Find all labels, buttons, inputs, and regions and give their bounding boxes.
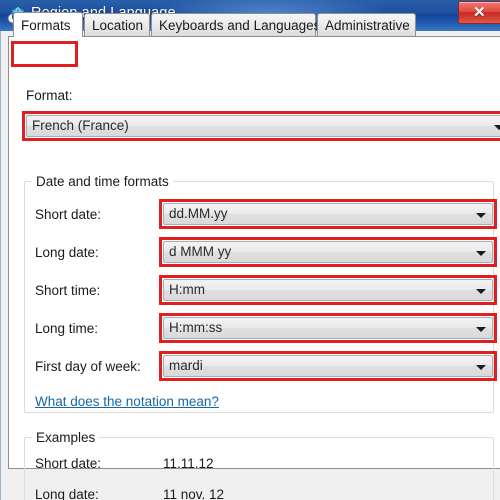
first-day-of-week-combobox[interactable]: mardi: [163, 355, 493, 377]
notation-help-link[interactable]: What does the notation mean?: [35, 394, 219, 409]
short-time-label: Short time:: [35, 283, 101, 298]
format-combobox-value: French (France): [32, 118, 129, 133]
tab-strip: Formats Location Keyboards and Languages…: [8, 12, 500, 37]
examples-legend: Examples: [32, 430, 100, 445]
example-long-date-label: Long date:: [35, 487, 99, 500]
tab-keyboards-and-languages-label: Keyboards and Languages: [159, 18, 321, 33]
chevron-down-icon: [476, 327, 486, 332]
tab-administrative[interactable]: Administrative: [317, 13, 416, 36]
long-time-label: Long time:: [35, 321, 99, 336]
long-date-label: Long date:: [35, 245, 99, 260]
chevron-down-icon: [476, 365, 486, 370]
first-day-of-week-label: First day of week:: [35, 359, 141, 374]
example-short-date-value: 11.11.12: [163, 456, 214, 471]
chevron-down-icon: [476, 251, 486, 256]
first-day-of-week-combobox-value: mardi: [169, 358, 203, 373]
short-date-combobox[interactable]: dd.MM.yy: [163, 203, 493, 225]
tab-location[interactable]: Location: [84, 13, 150, 36]
long-time-combobox-value: H:mm:ss: [169, 320, 223, 335]
short-time-combobox-value: H:mm: [169, 282, 205, 297]
example-short-date-label: Short date:: [35, 456, 102, 471]
example-long-date-value: 11 nov. 12: [163, 487, 225, 500]
chevron-down-icon: [476, 213, 486, 218]
tab-location-label: Location: [92, 18, 144, 33]
long-date-combobox-value: d MMM yy: [169, 244, 232, 259]
chevron-down-icon: [476, 289, 486, 294]
tab-keyboards-and-languages[interactable]: Keyboards and Languages: [151, 13, 320, 36]
short-date-combobox-value: dd.MM.yy: [169, 206, 228, 221]
short-date-label: Short date:: [35, 207, 102, 222]
tab-formats-label: Formats: [21, 18, 71, 33]
short-time-combobox[interactable]: H:mm: [163, 279, 493, 301]
tab-administrative-label: Administrative: [325, 18, 410, 33]
long-time-combobox[interactable]: H:mm:ss: [163, 317, 493, 339]
date-time-formats-legend: Date and time formats: [32, 174, 173, 189]
region-and-language-dialog: Region and Language ✕ Formats Location K…: [0, 0, 500, 500]
format-combobox[interactable]: French (France): [26, 115, 500, 137]
chevron-down-icon: [494, 125, 500, 130]
long-date-combobox[interactable]: d MMM yy: [163, 241, 493, 263]
format-label: Format:: [26, 88, 73, 103]
tab-formats[interactable]: Formats: [13, 12, 83, 37]
